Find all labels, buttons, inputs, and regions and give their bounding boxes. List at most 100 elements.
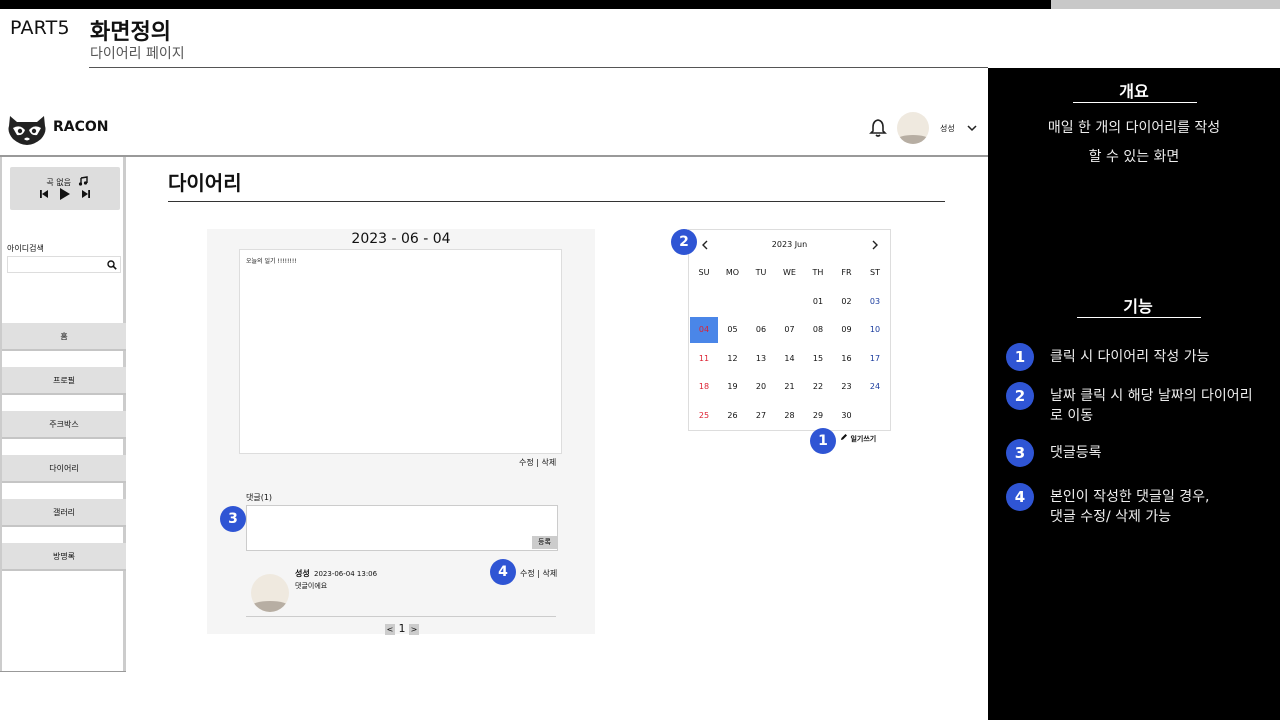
search-icon[interactable] [107,260,117,270]
calendar-day[interactable]: 18 [690,374,718,400]
logo-text[interactable]: RACON [53,119,109,135]
pager-prev-button[interactable]: < [385,623,395,635]
raccoon-logo-icon [8,116,46,145]
chevron-down-icon[interactable] [966,122,978,134]
bell-icon[interactable] [868,118,888,138]
comment-submit-button[interactable]: 등록 [532,536,557,549]
pager-current-page[interactable]: 1 [399,622,406,635]
comment-divider [246,616,556,617]
calendar-day[interactable]: 25 [690,403,718,429]
player-track-text: 곡 없음 [46,178,72,187]
annotation-badge-1: 1 [810,428,836,454]
features-heading: 기능 [1123,297,1153,316]
comment-count-label: 댓글(1) [246,493,273,502]
feature-number: 2 [1006,382,1034,410]
calendar-day[interactable]: 02 [833,289,861,315]
calendar-day[interactable]: 01 [804,289,832,315]
sidebar-item-diary[interactable]: 다이어리 [2,455,126,483]
search-input[interactable] [7,256,121,273]
calendar-day[interactable]: 30 [833,403,861,429]
skip-back-icon[interactable] [39,189,49,199]
top-bar-accent [1051,0,1280,9]
chevron-right-icon[interactable] [869,239,881,251]
calendar-day[interactable]: 27 [747,403,775,429]
feature-text: 날짜 클릭 시 해당 날짜의 다이어리로 이동 [1050,388,1253,424]
sidebar-item-gallery[interactable]: 갤러리 [2,499,126,527]
calendar-day[interactable]: 20 [747,374,775,400]
diary-edit-delete-links[interactable]: 수정 | 삭제 [519,457,556,468]
feature-text: 본인이 작성한 댓글일 경우, 댓글 수정/ 삭제 가능 [1050,489,1210,525]
calendar-day[interactable]: 28 [776,403,804,429]
calendar-day[interactable]: 03 [861,289,889,315]
app-mockup: RACON 성성 곡 없음 아이디검색 홈 프로필 주크박스 다이어리 갤러리 … [0,68,988,673]
diary-text: 오늘의 일기 !!!!!!!! [246,258,297,265]
overview-divider [1073,102,1197,103]
comment-input[interactable] [246,505,558,551]
diary-calendar: 2023 Jun SU MO TU WE TH FR ST 01 02 03 04 05 06 07 08 0… [688,229,891,431]
play-icon[interactable] [59,187,71,201]
calendar-weekday: ST [870,268,880,277]
sidebar-item-home[interactable]: 홈 [2,323,126,351]
overview-text: 매일 한 개의 다이어리를 작성 할 수 있는 화면 [988,114,1280,172]
user-name[interactable]: 성성 [940,123,955,134]
calendar-weekday: WE [783,268,796,277]
search-label: 아이디검색 [7,244,44,253]
page-subtitle: 다이어리 페이지 [90,46,185,62]
sidebar-item-jukebox[interactable]: 주크박스 [2,411,126,439]
description-panel: 개요 매일 한 개의 다이어리를 작성 할 수 있는 화면 기능 1 클릭 시 … [988,68,1280,720]
calendar-weekday: TH [812,268,824,277]
calendar-day[interactable]: 13 [747,346,775,372]
calendar-day[interactable]: 06 [747,317,775,343]
comment-author: 성성 [295,569,310,578]
overview-line: 매일 한 개의 다이어리를 작성 [1047,120,1221,136]
annotation-badge-3: 3 [220,506,246,532]
feature-text: 댓글등록 [1050,445,1102,461]
calendar-day[interactable]: 26 [719,403,747,429]
comment-timestamp: 2023-06-04 13:06 [314,570,378,578]
calendar-day[interactable]: 14 [776,346,804,372]
calendar-day[interactable]: 10 [861,317,889,343]
comment-text: 댓글이에요 [295,582,328,590]
calendar-day[interactable]: 12 [719,346,747,372]
calendar-day[interactable]: 15 [804,346,832,372]
calendar-day[interactable]: 21 [776,374,804,400]
diary-panel: 2023 - 06 - 04 오늘의 일기 !!!!!!!! 수정 | 삭제 댓… [207,229,595,635]
calendar-day[interactable]: 04 [690,317,718,343]
overview-heading: 개요 [1119,82,1149,101]
calendar-day[interactable]: 22 [804,374,832,400]
feature-text: 클릭 시 다이어리 작성 가능 [1050,349,1210,365]
app-header-divider [0,155,988,157]
calendar-day[interactable]: 23 [833,374,861,400]
features-divider [1077,317,1201,318]
calendar-day[interactable]: 19 [719,374,747,400]
feature-number: 1 [1006,343,1034,371]
content-title: 다이어리 [168,171,242,195]
calendar-day[interactable]: 29 [804,403,832,429]
calendar-weekday: TU [755,268,767,277]
calendar-day[interactable]: 05 [719,317,747,343]
pencil-icon [841,434,847,440]
calendar-day[interactable]: 08 [804,317,832,343]
pager-next-button[interactable]: > [409,623,419,635]
page-title: 화면정의 [90,20,171,45]
calendar-day[interactable]: 24 [861,374,889,400]
calendar-day[interactable]: 16 [833,346,861,372]
calendar-day[interactable]: 07 [776,317,804,343]
sidebar-bottom-border [0,671,126,672]
annotation-badge-4: 4 [490,559,516,585]
user-avatar[interactable] [897,112,929,144]
sidebar-item-guestbook[interactable]: 방명록 [2,543,126,571]
calendar-day[interactable]: 09 [833,317,861,343]
write-diary-link[interactable]: 일기쓰기 [840,433,876,444]
pagination: < 1 > [385,622,419,635]
skip-forward-icon[interactable] [81,189,91,199]
sidebar-item-profile[interactable]: 프로필 [2,367,126,395]
music-player: 곡 없음 [10,167,120,210]
feature-number: 3 [1006,439,1034,467]
comment-edit-delete-links[interactable]: 수정 | 삭제 [520,568,557,579]
calendar-day[interactable]: 17 [861,346,889,372]
feature-number: 4 [1006,483,1034,511]
sidebar: 곡 없음 아이디검색 홈 프로필 주크박스 다이어리 갤러리 방명록 [0,157,126,672]
part-label: PART5 [10,17,70,39]
calendar-day[interactable]: 11 [690,346,718,372]
